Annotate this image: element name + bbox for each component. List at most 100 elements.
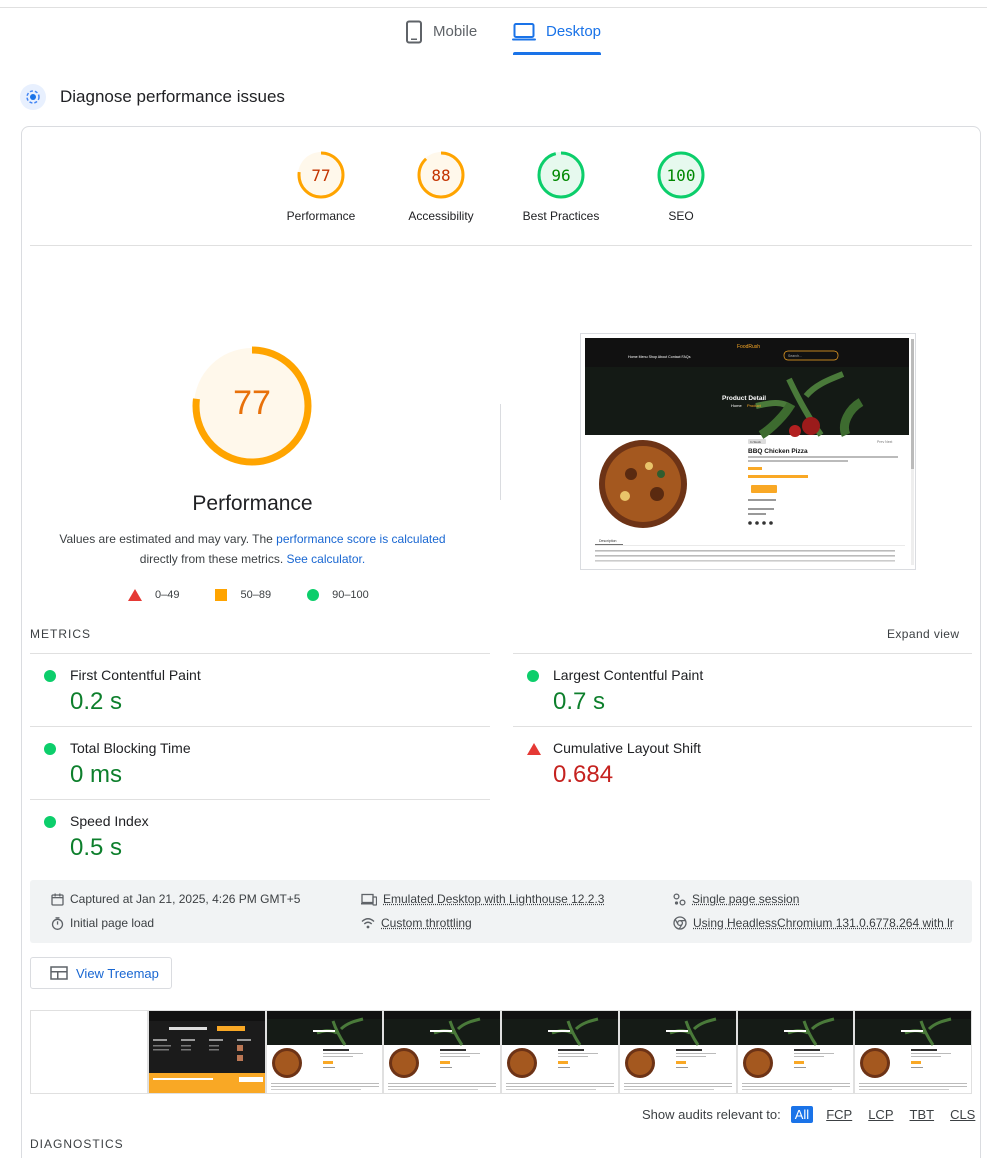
metric-name: Speed Index <box>70 813 149 829</box>
preview-search: Search... <box>788 354 802 358</box>
pass-circle-icon <box>44 743 56 755</box>
pass-circle-icon <box>44 816 56 828</box>
preview-tab: Description <box>599 539 617 543</box>
metric-value: 0.2 s <box>70 688 123 715</box>
captured-info: Captured at Jan 21, 2025, 4:26 PM GMT+5 <box>51 892 300 906</box>
browser-text: Using HeadlessChromium 131.0.6778.264 wi… <box>693 916 954 930</box>
gauge-seo[interactable]: 100 SEO <box>626 150 736 223</box>
filter-fcp[interactable]: FCP <box>823 1106 855 1123</box>
timer-icon <box>51 916 64 930</box>
legend-label: 50–89 <box>240 589 272 601</box>
preview-crumb: Home <box>731 403 742 408</box>
metric-name: Cumulative Layout Shift <box>553 740 701 756</box>
tab-desktop[interactable]: Desktop <box>512 20 602 60</box>
fail-triangle-icon <box>527 743 541 755</box>
gauge-best-practices[interactable]: 96 Best Practices <box>506 150 616 223</box>
calendar-icon <box>51 893 64 906</box>
legend-pass: 90–100 <box>307 589 369 601</box>
preview-prev-next: Prev Next <box>877 440 892 444</box>
preview-badge: In Stock <box>750 440 761 444</box>
wifi-icon <box>361 918 375 929</box>
mobile-icon <box>406 20 422 44</box>
performance-title: Performance <box>192 492 313 515</box>
report-card <box>21 126 981 1158</box>
device-tabs: Mobile Desktop <box>0 8 987 58</box>
metric-name: First Contentful Paint <box>70 667 201 683</box>
initial-load-text: Initial page load <box>70 916 155 930</box>
chrome-icon <box>673 916 687 930</box>
performance-gauge-large: 77 <box>190 344 314 468</box>
tab-desktop-label: Desktop <box>546 23 602 40</box>
metric-value: 0.7 s <box>553 688 606 715</box>
metric-lcp: Largest Contentful Paint 0.7 s <box>513 653 972 726</box>
emulated-text: Emulated Desktop with Lighthouse 12.2.3 <box>383 892 605 906</box>
gauge-score: 77 <box>311 166 331 185</box>
note-text: directly from these metrics. <box>139 552 287 566</box>
score-legend: 0–49 50–89 90–100 <box>128 589 405 601</box>
browser-info[interactable]: Using HeadlessChromium 131.0.6778.264 wi… <box>673 916 954 930</box>
filmstrip-frame <box>383 1010 501 1094</box>
see-calculator-link[interactable]: See calculator. <box>286 552 365 566</box>
legend-label: 0–49 <box>155 589 180 601</box>
preview-product-name: BBQ Chicken Pizza <box>748 448 808 455</box>
captured-text: Captured at Jan 21, 2025, 4:26 PM GMT+5 <box>70 892 301 906</box>
metric-cls: Cumulative Layout Shift 0.684 <box>513 726 972 799</box>
throttling-text: Custom throttling <box>381 916 472 930</box>
filter-tbt[interactable]: TBT <box>907 1106 938 1123</box>
legend-average: 50–89 <box>215 589 271 601</box>
gauge-label: Performance <box>286 209 356 223</box>
performance-note: Values are estimated and may vary. The p… <box>55 529 450 569</box>
gauge-score: 100 <box>666 166 696 185</box>
performance-score: 77 <box>233 384 271 422</box>
legend-fail: 0–49 <box>128 589 179 601</box>
circle-icon <box>307 589 320 601</box>
filmstrip-frame <box>265 1010 384 1094</box>
gauge-accessibility[interactable]: 88 Accessibility <box>386 150 496 223</box>
filmstrip-frame <box>618 1010 737 1094</box>
filmstrip-frame <box>147 1010 266 1094</box>
filmstrip-frame <box>736 1010 855 1094</box>
preview-crumb-current: Product <box>747 403 762 408</box>
vertical-divider <box>500 404 501 500</box>
preview-nav: Home Menu Shop About Contact FAQs <box>628 355 691 359</box>
gauge-score: 96 <box>551 166 571 185</box>
filmstrip-frame <box>501 1010 619 1094</box>
final-screenshot[interactable]: FoodRush Home Menu Shop About Contact FA… <box>580 333 916 570</box>
diagnose-header: Diagnose performance issues <box>20 84 285 110</box>
tab-mobile[interactable]: Mobile <box>405 20 477 60</box>
throttling-info[interactable]: Custom throttling <box>361 916 472 930</box>
gauge-performance[interactable]: 77 Performance <box>266 150 376 223</box>
gauge-label: Best Practices <box>522 209 600 223</box>
score-calculated-link[interactable]: performance score is calculated <box>276 532 445 546</box>
metric-value: 0.5 s <box>70 834 123 861</box>
metrics-header: METRICS <box>30 627 91 641</box>
filter-all[interactable]: All <box>790 1106 814 1123</box>
treemap-icon <box>50 966 68 980</box>
metric-value: 0 ms <box>70 761 123 788</box>
filter-lcp[interactable]: LCP <box>865 1106 896 1123</box>
filmstrip-frame <box>854 1010 972 1094</box>
view-treemap-label: View Treemap <box>76 965 159 981</box>
pass-circle-icon <box>44 670 56 682</box>
diagnose-icon <box>20 84 46 110</box>
note-text: Values are estimated and may vary. The <box>59 532 277 546</box>
session-info[interactable]: Single page session <box>673 892 799 906</box>
preview-brand: FoodRush <box>737 344 760 350</box>
emulated-info[interactable]: Emulated Desktop with Lighthouse 12.2.3 <box>361 892 604 906</box>
legend-label: 90–100 <box>332 589 369 601</box>
metric-speed-index: Speed Index 0.5 s <box>30 799 490 872</box>
metric-name: Largest Contentful Paint <box>553 667 704 683</box>
view-treemap-button[interactable]: View Treemap <box>30 957 172 989</box>
category-gauges: 77 Performance 88 Accessibility 96 Best … <box>30 148 972 246</box>
laptop-icon <box>512 23 536 41</box>
page-preview: FoodRush Home Menu Shop About Contact FA… <box>585 338 914 565</box>
audit-filter: Show audits relevant to: All FCP LCP TBT… <box>642 1106 978 1123</box>
filter-cls[interactable]: CLS <box>947 1106 978 1123</box>
expand-view-toggle[interactable]: Expand view <box>887 627 959 641</box>
tab-mobile-label: Mobile <box>433 23 478 40</box>
audit-filter-label: Show audits relevant to: <box>642 1107 781 1122</box>
diagnose-title: Diagnose performance issues <box>60 87 285 106</box>
preview-hero-title: Product Detail <box>722 395 766 402</box>
metric-tbt: Total Blocking Time 0 ms <box>30 726 490 799</box>
initial-load-info: Initial page load <box>51 916 154 930</box>
